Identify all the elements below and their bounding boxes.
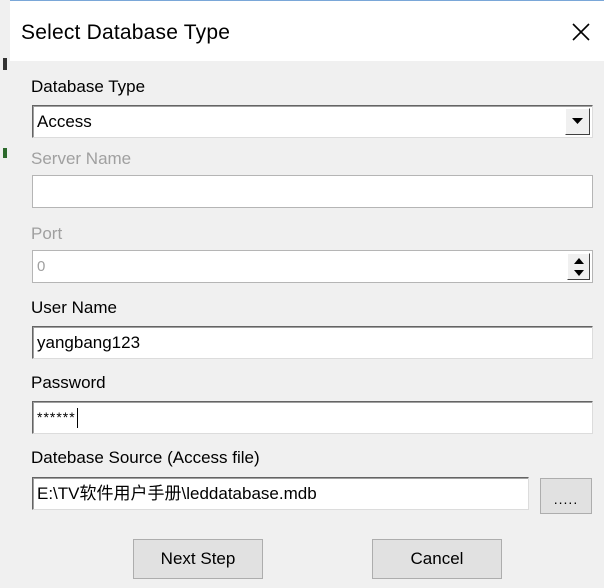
close-button[interactable] [558, 9, 604, 55]
port-label: Port [31, 224, 63, 243]
database-source-value: E:\TV软件用户手册\leddatabase.mdb [37, 484, 317, 503]
background-window-mark [3, 58, 7, 70]
spin-down-button[interactable] [568, 267, 589, 279]
dropdown-arrow-button[interactable] [565, 108, 590, 135]
server-name-label: Server Name [31, 149, 132, 168]
close-icon [572, 23, 590, 41]
browse-button[interactable]: ..... [540, 478, 592, 514]
database-type-select[interactable]: Access [32, 105, 593, 138]
chevron-down-icon [573, 270, 584, 276]
database-source-field[interactable]: E:\TV软件用户手册\leddatabase.mdb [32, 477, 529, 510]
password-field[interactable]: ****** [32, 401, 593, 434]
chevron-down-icon [572, 118, 583, 124]
text-caret [76, 408, 78, 429]
next-step-button[interactable]: Next Step [133, 539, 263, 579]
user-name-value: yangbang123 [37, 333, 141, 352]
database-source-label: Datebase Source (Access file) [31, 448, 260, 467]
title-bar: Select Database Type [10, 1, 604, 61]
password-label: Password [31, 373, 106, 392]
select-database-dialog: Select Database Type Database Type Acces… [10, 0, 604, 588]
dialog-title: Select Database Type [21, 21, 231, 44]
port-field[interactable]: 0 [32, 250, 593, 283]
password-value: ****** [37, 409, 76, 425]
background-window-mark [3, 148, 7, 158]
user-name-label: User Name [31, 298, 117, 317]
spin-up-button[interactable] [568, 255, 589, 267]
database-type-label: Database Type [31, 77, 146, 96]
chevron-up-icon [573, 258, 584, 264]
cancel-button[interactable]: Cancel [372, 539, 502, 579]
port-value: 0 [37, 258, 46, 275]
database-type-value: Access [37, 112, 92, 131]
server-name-field[interactable] [32, 175, 593, 208]
user-name-field[interactable]: yangbang123 [32, 326, 593, 359]
port-spinner[interactable] [567, 253, 590, 280]
